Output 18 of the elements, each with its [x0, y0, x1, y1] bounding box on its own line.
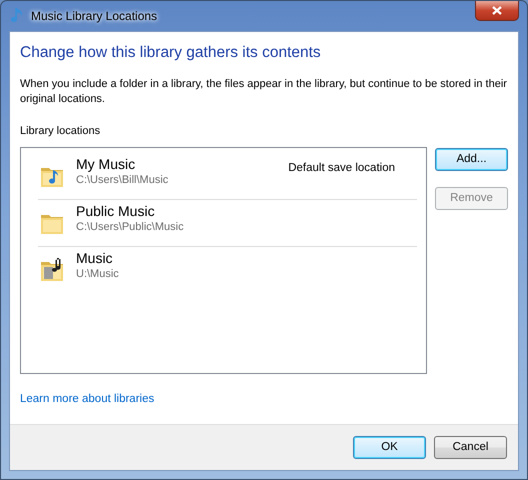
location-path: U:\Music	[76, 267, 119, 282]
close-icon	[492, 6, 502, 15]
description-text: When you include a folder in a library, the files appear in the library, but continue to be stored in their original locations.	[20, 76, 508, 107]
default-location-label: Default save location	[288, 161, 395, 176]
add-button[interactable]: Add...	[435, 148, 508, 172]
help-link[interactable]: Learn more about libraries	[20, 393, 154, 406]
dialog-heading: Change how this library gathers its contents	[20, 44, 322, 63]
location-name: Public Music	[76, 203, 156, 220]
location-path: C:\Users\Public\Music	[76, 220, 184, 234]
location-name: Music	[76, 250, 114, 268]
cancel-button[interactable]: Cancel	[434, 436, 507, 459]
ok-button[interactable]: OK	[353, 436, 426, 459]
close-button[interactable]	[475, 1, 519, 21]
location-name: My Music	[76, 156, 136, 174]
section-label: Library locations	[20, 124, 102, 139]
location-path: C:\Users\Bill\Music	[76, 173, 168, 188]
music-note-icon	[11, 7, 25, 25]
window-title: Music Library Locations	[31, 8, 158, 25]
